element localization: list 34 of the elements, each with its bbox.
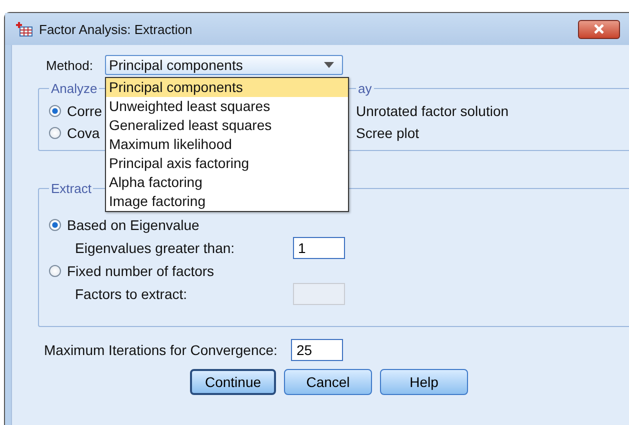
checkbox-label: Scree plot: [356, 125, 420, 141]
dropdown-option[interactable]: Unweighted least squares: [106, 97, 348, 116]
radio-label: Corre: [67, 103, 102, 119]
dropdown-option[interactable]: Principal axis factoring: [106, 154, 348, 173]
field-label: Eigenvalues greater than:: [75, 240, 236, 256]
group-title: Extract: [50, 181, 92, 196]
radio-label: Fixed number of factors: [67, 263, 214, 279]
method-dropdown[interactable]: Principal components: [104, 55, 343, 75]
input-field[interactable]: 25: [291, 339, 344, 361]
group-title: Analyze: [50, 81, 98, 96]
dialog-button[interactable]: Help: [380, 369, 468, 395]
close-icon: [593, 24, 605, 34]
method-label: Method:: [46, 58, 93, 72]
caret-icon: [324, 62, 334, 68]
field-label: Maximum Iterations for Convergence:: [44, 342, 278, 358]
radio-label: Based on Eigenvalue: [67, 217, 200, 233]
dropdown-option[interactable]: Image factoring: [106, 192, 348, 211]
radio-button[interactable]: [49, 127, 61, 139]
dropdown-option[interactable]: Principal components: [106, 78, 348, 97]
table-icon: [15, 21, 33, 37]
checkbox-label: Unrotated factor solution: [356, 103, 509, 119]
dropdown-option[interactable]: Generalized least squares: [106, 116, 348, 135]
radio-label: Cova: [67, 125, 100, 141]
dialog-button[interactable]: Cancel: [284, 369, 372, 395]
dialog-button[interactable]: Continue: [190, 369, 276, 395]
radio-button[interactable]: [49, 219, 61, 231]
window-title: Factor Analysis: Extraction: [39, 22, 194, 36]
dropdown-option[interactable]: Alpha factoring: [106, 173, 348, 192]
input-field[interactable]: 1: [293, 237, 345, 259]
field-label: Factors to extract:: [75, 286, 188, 302]
radio-button[interactable]: [49, 105, 61, 117]
group-title: ay: [357, 81, 373, 96]
close-button[interactable]: [578, 20, 620, 38]
dropdown-option[interactable]: Maximum likelihood: [106, 135, 348, 154]
